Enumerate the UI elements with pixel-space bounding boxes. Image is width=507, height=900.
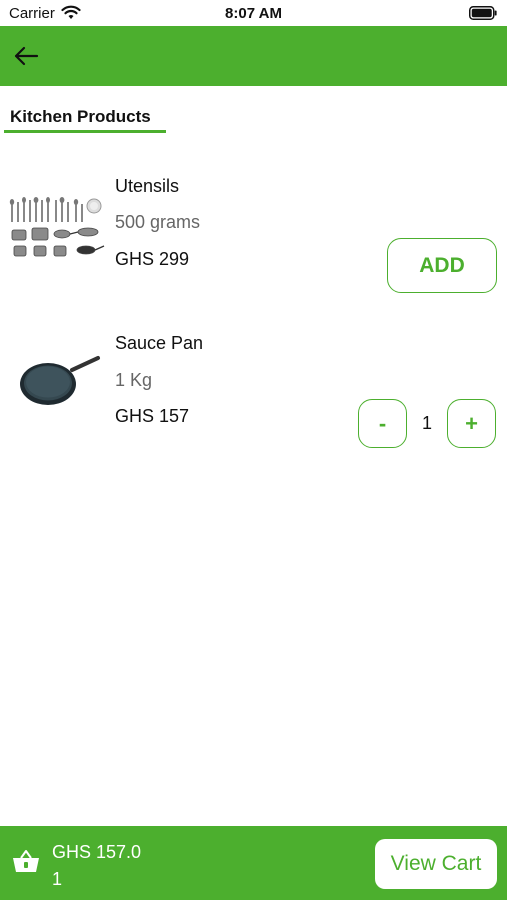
quantity-value: 1 xyxy=(421,413,432,433)
tab-underline xyxy=(4,130,166,133)
product-item-sauce-pan: Sauce Pan 1 Kg GHS 157 - 1 + xyxy=(0,322,507,462)
cart-summary-bar: GHS 157.0 1 View Cart xyxy=(0,826,507,900)
add-button[interactable]: ADD xyxy=(387,238,497,293)
product-weight: 1 Kg xyxy=(115,370,153,390)
battery-icon xyxy=(469,6,497,20)
app-bar xyxy=(0,26,507,86)
product-name: Utensils xyxy=(115,176,180,196)
cart-count: 1 xyxy=(52,869,63,889)
increment-button[interactable]: + xyxy=(447,399,496,448)
status-time: 8:07 AM xyxy=(225,5,282,22)
basket-icon xyxy=(13,850,39,872)
product-price: GHS 299 xyxy=(115,249,190,269)
product-item-utensils: Utensils 500 grams GHS 299 ADD xyxy=(0,165,507,305)
cart-total: GHS 157.0 xyxy=(52,842,142,862)
arrow-left-icon xyxy=(14,46,39,66)
tab-label: Kitchen Products xyxy=(10,107,151,126)
status-bar: Carrier 8:07 AM xyxy=(0,0,507,26)
product-name: Sauce Pan xyxy=(115,333,204,353)
product-weight: 500 grams xyxy=(115,212,201,232)
product-price: GHS 157 xyxy=(115,406,190,426)
tab-kitchen-products[interactable]: Kitchen Products xyxy=(4,105,166,133)
back-button[interactable] xyxy=(8,38,44,74)
sauce-pan-image xyxy=(20,356,100,405)
decrement-button[interactable]: - xyxy=(358,399,407,448)
utensils-image xyxy=(9,197,105,257)
view-cart-button[interactable]: View Cart xyxy=(375,839,497,889)
